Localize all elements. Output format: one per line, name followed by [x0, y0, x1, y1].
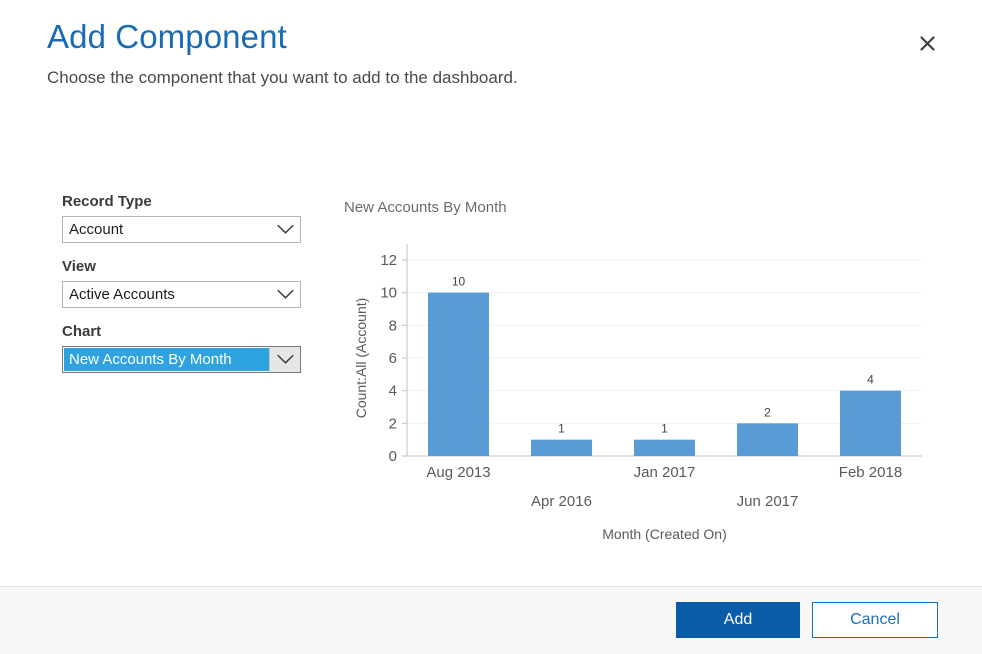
view-select[interactable]: Active Accounts [62, 281, 301, 308]
svg-text:1: 1 [661, 422, 668, 436]
record-type-label: Record Type [62, 192, 307, 211]
chevron-down-icon [269, 347, 300, 372]
field-view: View Active Accounts [62, 257, 307, 308]
svg-text:Feb 2018: Feb 2018 [839, 464, 902, 481]
chart-select[interactable]: New Accounts By Month [62, 346, 301, 373]
page-title: Add Component [47, 18, 287, 56]
svg-text:10: 10 [452, 275, 466, 289]
svg-text:0: 0 [389, 448, 397, 465]
close-icon [920, 36, 935, 51]
svg-text:8: 8 [389, 317, 397, 334]
svg-text:Jun 2017: Jun 2017 [737, 493, 799, 510]
svg-text:Aug 2013: Aug 2013 [426, 464, 490, 481]
chevron-down-icon [270, 282, 300, 307]
chart-preview: New Accounts By Month 024681012Count:All… [344, 198, 944, 548]
record-type-value: Account [63, 217, 270, 242]
view-label: View [62, 257, 307, 276]
svg-text:Month (Created On): Month (Created On) [602, 526, 727, 542]
add-button[interactable]: Add [676, 602, 800, 638]
svg-text:1: 1 [558, 422, 565, 436]
svg-text:4: 4 [389, 383, 397, 400]
component-form: Record Type Account View Active Accounts… [62, 192, 307, 373]
field-record-type: Record Type Account [62, 192, 307, 243]
chart-label: Chart [62, 322, 307, 341]
record-type-select[interactable]: Account [62, 216, 301, 243]
svg-text:10: 10 [380, 285, 397, 302]
dialog-footer: Add Cancel [0, 586, 982, 654]
field-chart: Chart New Accounts By Month [62, 322, 307, 373]
svg-text:12: 12 [380, 252, 397, 269]
svg-text:4: 4 [867, 373, 874, 387]
cancel-button[interactable]: Cancel [812, 602, 938, 638]
chevron-down-icon [270, 217, 300, 242]
svg-text:2: 2 [764, 405, 771, 419]
svg-text:Apr 2016: Apr 2016 [531, 493, 592, 510]
svg-text:2: 2 [389, 415, 397, 432]
svg-text:Count:All (Account): Count:All (Account) [353, 298, 369, 419]
svg-text:6: 6 [389, 350, 397, 367]
dialog-subtitle: Choose the component that you want to ad… [47, 68, 518, 88]
chart-value: New Accounts By Month [64, 348, 269, 371]
chart-canvas: 024681012Count:All (Account)10Aug 20131A… [344, 198, 944, 548]
svg-text:Jan 2017: Jan 2017 [634, 464, 696, 481]
close-button[interactable] [908, 24, 946, 62]
view-value: Active Accounts [63, 282, 270, 307]
